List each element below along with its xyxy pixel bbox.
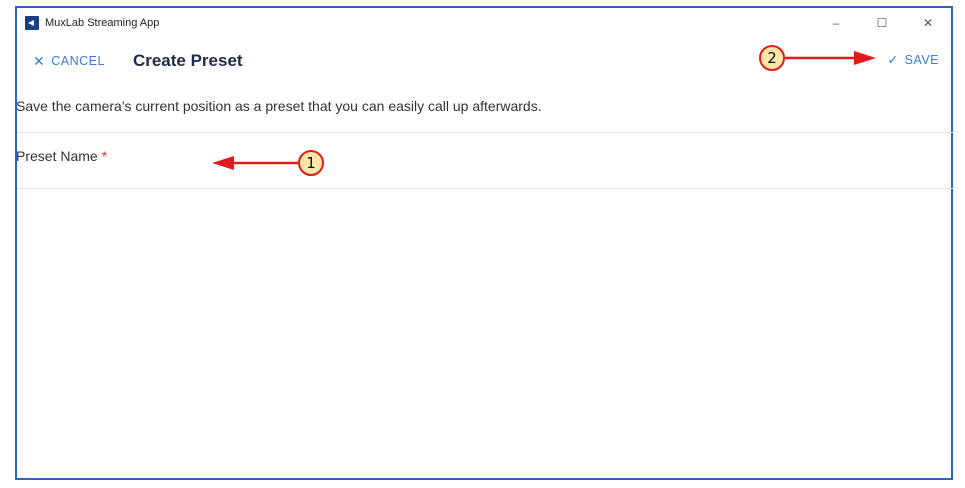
save-button[interactable]: ✓ SAVE [887,52,939,68]
cancel-button[interactable]: ✕ CANCEL [33,53,105,70]
title-bar[interactable]: MuxLab Streaming App – ☐ ✕ [17,8,951,38]
page-title: Create Preset [132,51,243,70]
cancel-label: CANCEL [51,54,105,68]
divider [17,188,953,189]
close-icon: ✕ [33,52,46,69]
window-controls: – ☐ ✕ [813,8,951,38]
app-window: MuxLab Streaming App – ☐ ✕ ✕ CANCEL Crea… [15,6,953,480]
preset-name-input[interactable] [130,138,914,178]
check-icon: ✓ [887,53,899,67]
annotation-badge-2: 2 [759,45,785,71]
minimize-button[interactable]: – [813,8,859,38]
toolbar: ✕ CANCEL Create Preset ✓ SAVE [17,44,951,78]
description-text: Save the camera's current position as a … [16,98,542,114]
required-marker: * [101,148,108,164]
muxlab-app-icon [25,16,39,30]
close-window-button[interactable]: ✕ [905,8,951,38]
preset-name-label: Preset Name * [16,148,107,164]
annotation-badge-1: 1 [298,150,324,176]
window-title: MuxLab Streaming App [45,17,160,29]
preset-name-label-text: Preset Name [16,148,98,164]
save-label: SAVE [904,52,939,67]
divider [17,132,953,133]
maximize-button[interactable]: ☐ [859,8,905,38]
